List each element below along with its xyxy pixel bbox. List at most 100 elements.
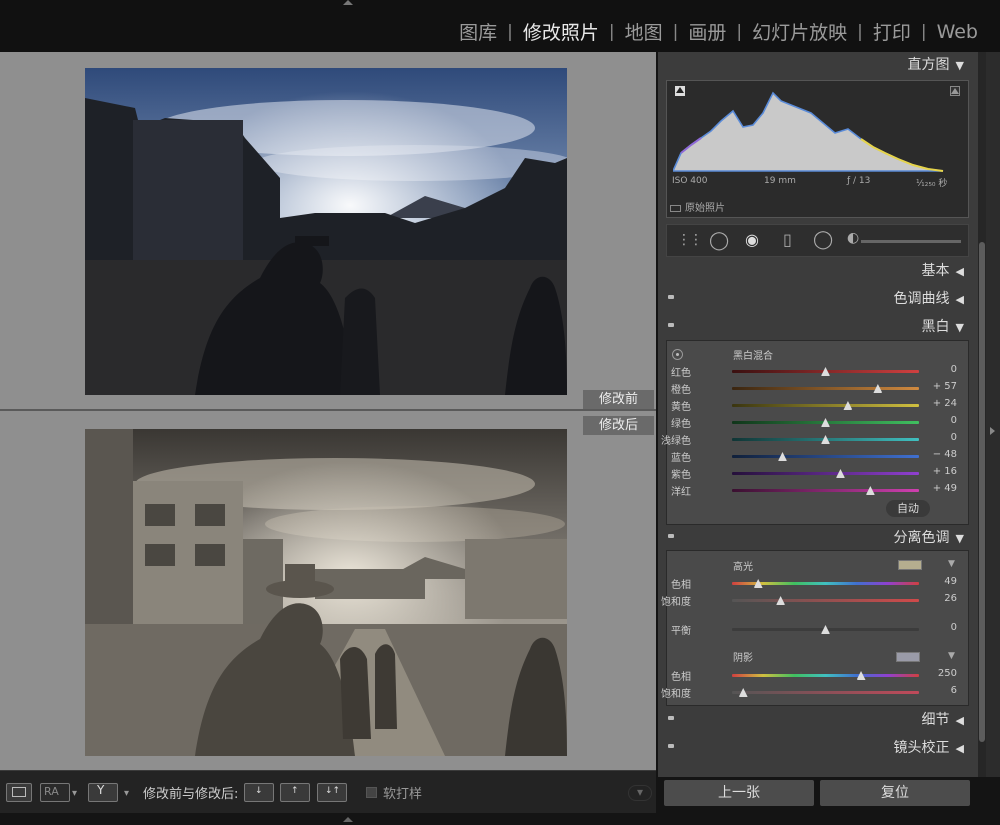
slider-label: 橙色 xyxy=(671,385,691,396)
collapse-right-icon[interactable] xyxy=(990,427,995,435)
reset-button[interactable]: 复位 xyxy=(820,780,970,806)
chevron-down-icon[interactable]: ▼ xyxy=(948,651,955,661)
chevron-down-icon[interactable]: ▾ xyxy=(124,788,129,799)
slider-value[interactable]: + 24 xyxy=(917,398,957,409)
slider-track[interactable] xyxy=(732,599,919,602)
before-after-toggle[interactable]: Y xyxy=(88,783,118,802)
expand-icon: ◀ xyxy=(955,714,964,727)
slider-value[interactable]: + 49 xyxy=(917,483,957,494)
tool-strip: ⋮⋮ ◯ ◉ ▯ ◯ ◐ xyxy=(666,224,969,257)
slider-row: 饱和度 26 xyxy=(661,592,969,609)
auto-button[interactable]: 自动 xyxy=(886,500,930,517)
slider-track[interactable] xyxy=(732,472,919,475)
split-toning-header[interactable]: 分离色调 ▼ xyxy=(666,526,972,552)
slider-row: 紫色 + 16 xyxy=(666,465,969,482)
compare-label: 修改前与修改后: xyxy=(143,787,239,802)
slider-track[interactable] xyxy=(732,691,919,694)
detail-header[interactable]: 细节 ◀ xyxy=(666,708,972,734)
slider-row: 平衡 0 xyxy=(666,621,969,638)
collapse-icon: ▼ xyxy=(955,321,964,334)
slider-value[interactable]: 6 xyxy=(917,685,957,696)
collapse-top-icon[interactable] xyxy=(343,0,353,5)
slider-value[interactable]: 0 xyxy=(917,432,957,443)
target-adjust-icon[interactable] xyxy=(672,349,683,360)
redeye-icon[interactable]: ◉ xyxy=(745,230,759,249)
module-print[interactable]: 打印 xyxy=(863,18,921,45)
slider-label: 饱和度 xyxy=(661,689,691,700)
panel-switch-icon[interactable] xyxy=(668,744,674,748)
expand-icon: ◀ xyxy=(955,293,964,306)
toolbar-menu-button[interactable]: ▾ xyxy=(628,785,652,801)
module-slideshow[interactable]: 幻灯片放映 xyxy=(742,18,857,45)
slider-value[interactable]: 26 xyxy=(917,593,957,604)
slider-row: 蓝色 − 48 xyxy=(666,448,969,465)
panel-switch-icon[interactable] xyxy=(668,323,674,327)
slider-track[interactable] xyxy=(732,455,919,458)
module-library[interactable]: 图库 xyxy=(449,18,507,45)
slider-track[interactable] xyxy=(732,674,919,677)
scrollbar-thumb[interactable] xyxy=(979,242,985,742)
slider-value[interactable]: + 57 xyxy=(917,381,957,392)
histogram-header[interactable]: 直方图 ▼ xyxy=(666,53,972,79)
slider-track[interactable] xyxy=(732,489,919,492)
right-panel-edge xyxy=(986,52,1000,777)
slider-row: 饱和度 6 xyxy=(661,684,969,701)
slider-value[interactable]: − 48 xyxy=(917,449,957,460)
tone-curve-header[interactable]: 色调曲线 ◀ xyxy=(666,287,972,313)
photo-before[interactable] xyxy=(85,68,567,395)
label-after: 修改后 xyxy=(583,416,654,435)
graduated-filter-icon[interactable]: ▯ xyxy=(783,230,792,249)
slider-row: 绿色 0 xyxy=(666,414,969,431)
slider-track[interactable] xyxy=(732,387,919,390)
slider-label: 绿色 xyxy=(671,419,691,430)
shadow-color-swatch[interactable] xyxy=(896,652,920,662)
module-web[interactable]: Web xyxy=(927,21,988,43)
ref-view-button[interactable]: RA xyxy=(40,783,70,802)
basic-header[interactable]: 基本 ◀ xyxy=(666,259,972,285)
slider-value[interactable]: + 16 xyxy=(917,466,957,477)
slider-row: 黄色 + 24 xyxy=(666,397,969,414)
slider-value[interactable]: 0 xyxy=(917,622,957,633)
slider-row: 橙色 + 57 xyxy=(666,380,969,397)
slider-value[interactable]: 0 xyxy=(917,364,957,375)
highlight-color-swatch[interactable] xyxy=(898,560,922,570)
spot-removal-icon[interactable]: ◯ xyxy=(709,230,729,251)
chevron-down-icon[interactable]: ▾ xyxy=(72,788,77,799)
module-book[interactable]: 画册 xyxy=(678,18,736,45)
collapse-icon: ▼ xyxy=(955,532,964,545)
module-map[interactable]: 地图 xyxy=(615,18,673,45)
slider-track[interactable] xyxy=(732,404,919,407)
original-photo-toggle[interactable]: 原始照片 xyxy=(670,199,725,214)
checkbox[interactable] xyxy=(670,204,681,212)
slider-label: 平衡 xyxy=(671,626,691,637)
loupe-view-button[interactable] xyxy=(6,783,32,802)
slider-label: 饱和度 xyxy=(661,597,691,608)
copy-after-to-before-button[interactable]: ↑ xyxy=(280,783,310,802)
soft-proof-checkbox[interactable] xyxy=(366,787,377,798)
photo-after[interactable] xyxy=(85,429,567,756)
slider-value[interactable]: 0 xyxy=(917,415,957,426)
crop-icon[interactable]: ⋮⋮ xyxy=(677,232,703,248)
copy-before-to-after-button[interactable]: ↓ xyxy=(244,783,274,802)
split-view-icon: Y xyxy=(97,783,105,797)
bottom-toolbar: RA Y ▾ ▾ 修改前与修改后: ↓ ↑ ↓↑ 软打样 ▾ xyxy=(0,770,656,813)
swap-before-after-button[interactable]: ↓↑ xyxy=(317,783,347,802)
panel-switch-icon[interactable] xyxy=(668,716,674,720)
panel-scrollbar[interactable] xyxy=(978,52,986,777)
slider-value[interactable]: 49 xyxy=(917,576,957,587)
slider-value[interactable]: 250 xyxy=(917,668,957,679)
swap-icon: ↓↑ xyxy=(325,786,341,796)
bw-header[interactable]: 黑白 ▼ xyxy=(666,315,972,341)
module-develop[interactable]: 修改照片 xyxy=(513,18,609,45)
slider-label: 洋红 xyxy=(671,487,691,498)
brush-icon[interactable]: ◐ xyxy=(847,230,859,246)
chevron-down-icon[interactable]: ▼ xyxy=(948,559,955,569)
tool-slider[interactable] xyxy=(861,240,961,243)
previous-button[interactable]: 上一张 xyxy=(664,780,814,806)
expand-filmstrip-icon[interactable] xyxy=(343,817,353,822)
lens-correction-header[interactable]: 镜头校正 ◀ xyxy=(666,736,972,762)
shadows-title: 阴影 xyxy=(733,653,753,664)
panel-switch-icon[interactable] xyxy=(668,534,674,538)
radial-filter-icon[interactable]: ◯ xyxy=(813,229,833,250)
panel-switch-icon[interactable] xyxy=(668,295,674,299)
